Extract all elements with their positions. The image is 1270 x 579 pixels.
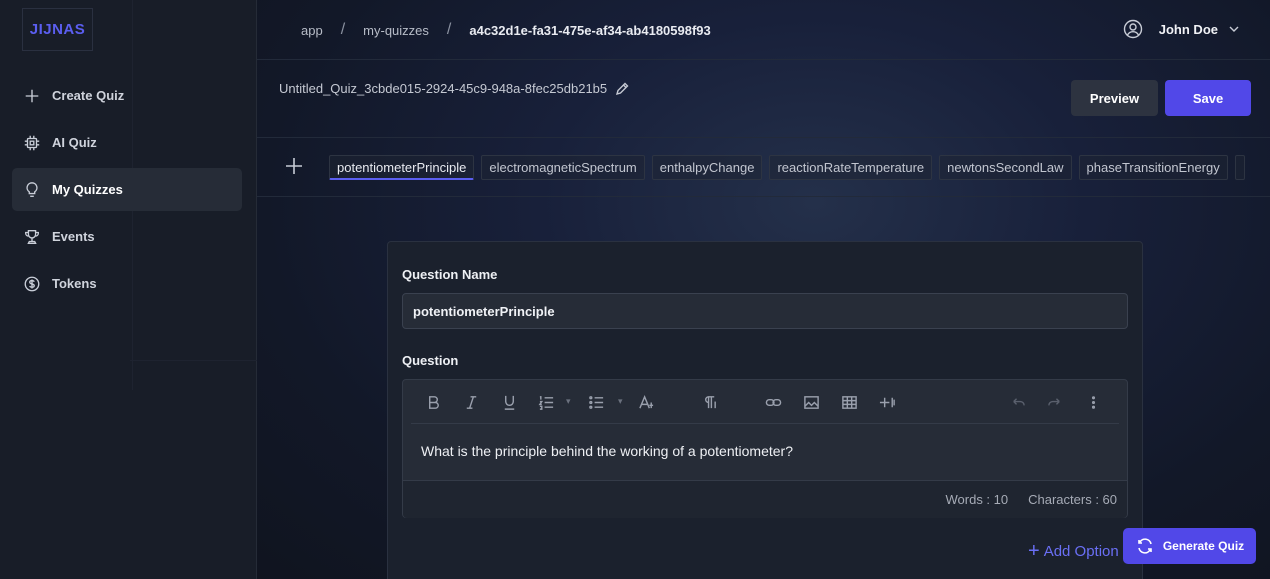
link-icon[interactable] <box>763 392 783 412</box>
sidebar-item-label: AI Quiz <box>52 135 97 150</box>
breadcrumb-separator: / <box>446 21 452 38</box>
more-options-icon[interactable] <box>1083 392 1103 412</box>
add-question-button[interactable] <box>284 156 304 176</box>
sidebar-nav: Create Quiz AI Quiz My Quizzes Events To… <box>12 74 242 309</box>
top-bar: app / my-quizzes / a4c32d1e-fa31-475e-af… <box>257 0 1270 60</box>
background-grid-line <box>130 360 270 361</box>
plus-icon <box>286 158 302 174</box>
question-tabs: potentiometerPrinciple electromagneticSp… <box>329 155 1252 180</box>
user-name: John Doe <box>1158 21 1218 37</box>
question-label: Question <box>402 353 459 368</box>
question-name-input[interactable] <box>402 293 1128 329</box>
character-count: Characters : 60 <box>1028 492 1117 507</box>
ordered-list-icon[interactable] <box>536 392 556 412</box>
plus-icon: + <box>1028 540 1040 562</box>
question-text[interactable]: What is the principle behind the working… <box>421 443 793 459</box>
logo-text: JIJNAS <box>29 21 86 38</box>
sidebar-item-tokens[interactable]: Tokens <box>12 262 242 305</box>
editor-footer: Words : 10 Characters : 60 <box>403 480 1127 518</box>
chevron-down-icon[interactable]: ▾ <box>566 396 571 407</box>
logo[interactable]: JIJNAS <box>22 8 93 51</box>
question-card: Question Name Question ▾ ▾ <box>387 241 1143 579</box>
tab-question[interactable]: enthalpyChange <box>651 155 763 180</box>
bold-icon[interactable] <box>423 392 443 412</box>
editor-toolbar: ▾ ▾ <box>411 380 1119 424</box>
rich-text-editor[interactable]: ▾ ▾ What is the principle behind the wor… <box>402 379 1128 518</box>
tab-question-overflow[interactable] <box>1234 155 1245 180</box>
chevron-down-icon[interactable]: ▾ <box>618 396 623 407</box>
question-tabs-bar: potentiometerPrinciple electromagneticSp… <box>257 139 1270 197</box>
tab-question[interactable]: reactionRateTemperature <box>769 155 933 180</box>
sidebar-item-my-quizzes[interactable]: My Quizzes <box>12 168 242 211</box>
redo-icon[interactable] <box>1045 392 1065 412</box>
editor-counts: Words : 10 Characters : 60 <box>926 492 1118 507</box>
tab-question[interactable]: newtonsSecondLaw <box>939 155 1072 180</box>
refresh-icon <box>1138 538 1152 554</box>
breadcrumb-current: a4c32d1e-fa31-475e-af34-ab4180598f93 <box>469 22 711 38</box>
underline-icon[interactable] <box>499 392 519 412</box>
tab-question[interactable]: electromagneticSpectrum <box>481 155 645 180</box>
sidebar-item-label: Events <box>52 229 95 244</box>
sidebar-item-label: Tokens <box>52 276 97 291</box>
save-button[interactable]: Save <box>1165 80 1251 116</box>
question-name-label: Question Name <box>402 267 498 282</box>
user-avatar-icon <box>1123 19 1142 39</box>
quiz-title-text: Untitled_Quiz_3cbde015-2924-45c9-948a-8f… <box>279 81 608 96</box>
lightbulb-icon <box>22 180 42 200</box>
quiz-title[interactable]: Untitled_Quiz_3cbde015-2924-45c9-948a-8f… <box>279 81 629 96</box>
breadcrumb-separator: / <box>340 21 346 38</box>
dollar-coin-icon <box>22 274 42 294</box>
cpu-icon <box>22 133 42 153</box>
quiz-title-bar: Untitled_Quiz_3cbde015-2924-45c9-948a-8f… <box>257 60 1270 138</box>
image-icon[interactable] <box>801 392 821 412</box>
main-area: app / my-quizzes / a4c32d1e-fa31-475e-af… <box>257 0 1270 579</box>
sidebar-item-label: My Quizzes <box>52 182 123 197</box>
italic-icon[interactable] <box>461 392 481 412</box>
insert-icon[interactable] <box>877 392 897 412</box>
tab-question[interactable]: potentiometerPrinciple <box>329 155 475 180</box>
word-count: Words : 10 <box>945 492 1009 507</box>
preview-button[interactable]: Preview <box>1071 80 1158 116</box>
add-option-button[interactable]: + Add Option <box>1028 540 1119 563</box>
sidebar: JIJNAS Create Quiz AI Quiz My Quizzes Ev… <box>0 0 270 579</box>
sidebar-item-events[interactable]: Events <box>12 215 242 258</box>
breadcrumb: app / my-quizzes / a4c32d1e-fa31-475e-af… <box>301 21 711 39</box>
plus-icon <box>22 86 42 106</box>
user-menu[interactable]: John Doe <box>1123 19 1240 39</box>
breadcrumb-my-quizzes[interactable]: my-quizzes <box>363 23 429 38</box>
paragraph-icon[interactable] <box>699 392 719 412</box>
trophy-icon <box>22 227 42 247</box>
font-size-icon[interactable] <box>636 392 656 412</box>
generate-quiz-label: Generate Quiz <box>1162 539 1245 553</box>
add-option-label: Add Option <box>1043 543 1119 560</box>
sidebar-item-create-quiz[interactable]: Create Quiz <box>12 74 242 117</box>
tab-question[interactable]: phaseTransitionEnergy <box>1078 155 1228 180</box>
sidebar-item-label: Create Quiz <box>52 88 125 103</box>
sidebar-item-ai-quiz[interactable]: AI Quiz <box>12 121 242 164</box>
undo-icon[interactable] <box>1007 392 1027 412</box>
table-icon[interactable] <box>839 392 859 412</box>
generate-quiz-button[interactable]: Generate Quiz <box>1123 528 1256 564</box>
bullet-list-icon[interactable] <box>586 392 606 412</box>
pencil-icon[interactable] <box>615 82 629 96</box>
breadcrumb-app[interactable]: app <box>301 23 323 38</box>
chevron-down-icon <box>1229 26 1239 32</box>
